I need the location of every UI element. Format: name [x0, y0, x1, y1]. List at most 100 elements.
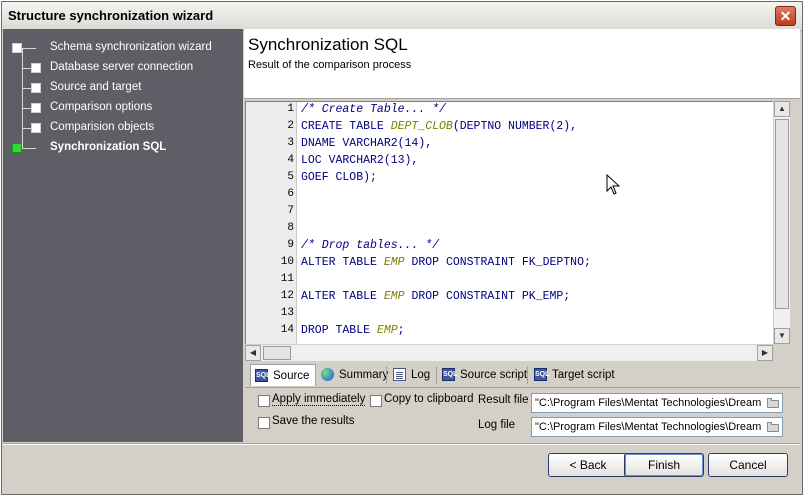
copy-to-clipboard-label[interactable]: Copy to clipboard [384, 393, 474, 405]
step-box-icon [31, 123, 41, 133]
code-line: ALTER TABLE EMP DROP CONSTRAINT FK_DEPTN… [301, 256, 591, 269]
line-number: 7 [287, 205, 294, 217]
code-token: /* Drop tables... */ [301, 239, 440, 252]
tab-summary[interactable]: Summary [317, 364, 389, 386]
folder-icon[interactable] [766, 396, 780, 410]
page-subtitle: Result of the comparison process [248, 59, 412, 71]
line-number: 3 [287, 137, 294, 149]
code-line: DNAME VARCHAR2(14), [301, 137, 432, 150]
tab-label: Log [411, 369, 431, 381]
close-icon[interactable]: ✕ [775, 6, 796, 26]
nav-step-schema-sync-wizard[interactable]: Schema synchronization wizard [50, 41, 212, 53]
window-title: Structure synchronization wizard [8, 8, 214, 23]
tab-source-script[interactable]: SQL Source script [438, 364, 528, 386]
code-token: /* Create Table... */ [301, 103, 446, 116]
result-file-value: "C:\Program Files\Mentat Technologies\Dr… [535, 397, 762, 409]
save-results-checkbox[interactable] [258, 417, 270, 429]
code-token: DROP TABLE [301, 324, 377, 337]
code-token: DROP CONSTRAINT PK_EMP; [404, 290, 571, 303]
scroll-thumb[interactable] [775, 119, 789, 309]
code-token: 13 [390, 154, 405, 167]
scroll-up-icon[interactable]: ▲ [774, 101, 790, 117]
sql-file-icon: SQL [534, 368, 549, 381]
scroll-down-icon[interactable]: ▼ [774, 328, 790, 344]
scroll-left-icon[interactable]: ◀ [245, 345, 261, 361]
line-number: 10 [280, 256, 294, 268]
code-token: GOEF CLOB); [301, 171, 377, 184]
code-token: (DEPTNO NUMBER( [452, 120, 557, 133]
scroll-right-icon[interactable]: ▶ [757, 345, 773, 361]
result-file-input[interactable]: "C:\Program Files\Mentat Technologies\Dr… [531, 393, 783, 413]
tree-line [22, 48, 36, 49]
line-number: 9 [287, 239, 294, 251]
tab-log[interactable]: Log [389, 364, 437, 386]
result-file-label: Result file [478, 394, 529, 406]
horizontal-scrollbar[interactable]: ◀ ▶ [245, 344, 773, 361]
apply-immediately-checkbox[interactable] [258, 395, 270, 407]
nav-step-comparison-options[interactable]: Comparison options [50, 101, 152, 113]
code-token: DROP CONSTRAINT FK_DEPTNO; [404, 256, 591, 269]
footer-divider [3, 443, 800, 445]
nav-step-db-server-connection[interactable]: Database server connection [50, 61, 193, 73]
line-number: 1 [287, 103, 294, 115]
copy-to-clipboard-checkbox[interactable] [370, 395, 382, 407]
line-number: 13 [280, 307, 294, 319]
tab-divider [436, 366, 437, 384]
step-box-icon [12, 43, 22, 53]
log-file-input[interactable]: "C:\Program Files\Mentat Technologies\Dr… [531, 417, 783, 437]
nav-step-source-and-target[interactable]: Source and target [50, 81, 141, 93]
finish-button[interactable]: Finish [624, 453, 704, 477]
cancel-button[interactable]: Cancel [708, 453, 788, 477]
document-icon [393, 368, 406, 381]
code-token: DEPT_CLOB [390, 120, 453, 133]
code-token: LOC VARCHAR2( [301, 154, 391, 167]
line-number: 11 [280, 273, 294, 285]
nav-step-synchronization-sql[interactable]: Synchronization SQL [50, 141, 166, 153]
tab-divider [386, 366, 387, 384]
title-bar[interactable]: Structure synchronization wizard ✕ [2, 2, 802, 31]
tab-label: Target script [552, 369, 615, 381]
folder-icon[interactable] [766, 420, 780, 434]
code-token: ), [418, 137, 433, 150]
line-number: 14 [280, 324, 294, 336]
code-token: DNAME VARCHAR2( [301, 137, 405, 150]
code-line: CREATE TABLE DEPT_CLOB(DEPTNO NUMBER(2), [301, 120, 577, 133]
apply-immediately-label[interactable]: Apply immediately [272, 393, 366, 406]
line-number: 2 [287, 120, 294, 132]
result-tabs: SQL Source Summary Log SQL Source script… [245, 362, 800, 388]
page-title: Synchronization SQL [248, 35, 408, 54]
step-box-icon [31, 83, 41, 93]
log-file-label: Log file [478, 419, 516, 431]
line-number: 6 [287, 188, 294, 200]
save-results-label[interactable]: Save the results [272, 415, 354, 427]
back-button[interactable]: < Back [548, 453, 628, 477]
line-number: 12 [280, 290, 294, 302]
code-line: GOEF CLOB); [301, 171, 377, 184]
tab-source[interactable]: SQL Source [250, 364, 316, 386]
tab-label: Source [273, 370, 310, 382]
mouse-pointer-icon [606, 174, 621, 195]
nav-step-comparison-objects[interactable]: Comparision objects [50, 121, 154, 133]
line-number-gutter: 1 2 3 4 5 6 7 8 9 10 11 12 13 14 [246, 102, 297, 345]
tab-divider [527, 366, 528, 384]
tree-line [22, 148, 36, 149]
tab-label: Summary [339, 369, 389, 381]
vertical-scrollbar[interactable]: ▲ ▼ [773, 101, 790, 344]
scroll-corner [773, 344, 790, 361]
code-token: EMP [376, 324, 398, 337]
code-token: EMP [383, 290, 405, 303]
code-line: /* Create Table... */ [301, 103, 446, 116]
code-line: /* Drop tables... */ [301, 239, 439, 252]
sql-editor[interactable]: 1 2 3 4 5 6 7 8 9 10 11 12 13 14 /* Create Table... *… [245, 101, 774, 345]
code-line: LOC VARCHAR2(13), [301, 154, 418, 167]
code-token: 14 [404, 137, 419, 150]
line-number: 4 [287, 154, 294, 166]
code-token: ), [404, 154, 419, 167]
line-number: 8 [287, 222, 294, 234]
tab-target-script[interactable]: SQL Target script [530, 364, 620, 386]
sql-file-icon: SQL [255, 369, 270, 382]
code-token: ), [563, 120, 578, 133]
scroll-thumb[interactable] [263, 346, 291, 360]
globe-icon [321, 368, 334, 381]
code-line: ALTER TABLE EMP DROP CONSTRAINT PK_EMP; [301, 290, 570, 303]
